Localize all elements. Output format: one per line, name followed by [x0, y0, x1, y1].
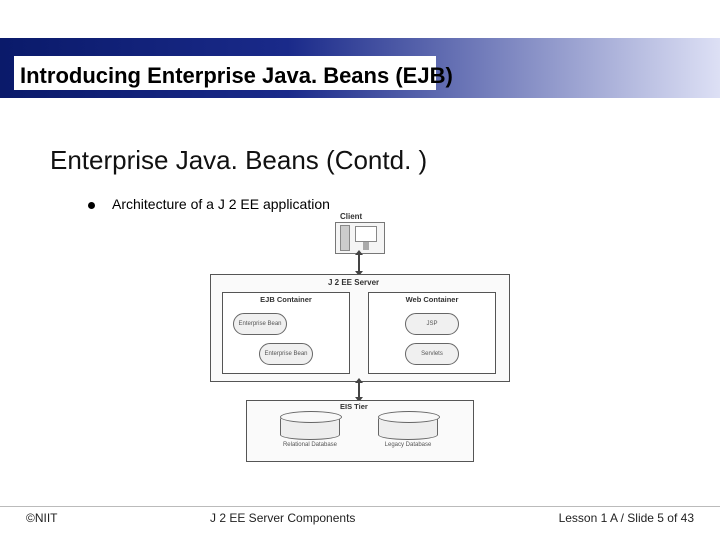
relational-database: Relational Database [280, 414, 340, 454]
relational-db-label: Relational Database [280, 442, 340, 449]
footer-title: J 2 EE Server Components [210, 511, 355, 525]
footer: ©NIIT J 2 EE Server Components Lesson 1 … [0, 506, 720, 526]
j2ee-server-label: J 2 EE Server [328, 278, 379, 287]
client-label: Client [340, 212, 362, 221]
arrow-icon [358, 254, 360, 272]
jsp-item: JSP [405, 313, 459, 335]
slide-subtitle: Enterprise Java. Beans (Contd. ) [50, 145, 427, 176]
bullet-icon [88, 202, 95, 209]
web-container: Web Container JSP Servlets [368, 292, 496, 374]
enterprise-bean-2: Enterprise Bean [259, 343, 313, 365]
architecture-diagram: Client J 2 EE Server EJB Container Enter… [180, 212, 540, 466]
footer-slide-number: Lesson 1 A / Slide 5 of 43 [559, 511, 694, 525]
ejb-container-label: EJB Container [223, 295, 349, 304]
enterprise-bean-1: Enterprise Bean [233, 313, 287, 335]
monitor-stand-icon [363, 242, 369, 250]
arrow-icon [358, 382, 360, 398]
slide-header-title: Introducing Enterprise Java. Beans (EJB) [20, 63, 453, 89]
bullet-text: Architecture of a J 2 EE application [112, 196, 330, 212]
footer-copyright: ©NIIT [26, 511, 58, 525]
eis-tier-label: EIS Tier [340, 402, 368, 411]
database-icon [378, 414, 438, 440]
servlets-item: Servlets [405, 343, 459, 365]
database-icon [280, 414, 340, 440]
legacy-db-label: Legacy Database [378, 442, 438, 449]
computer-tower-icon [340, 225, 350, 251]
legacy-database: Legacy Database [378, 414, 438, 454]
web-container-label: Web Container [369, 295, 495, 304]
ejb-container: EJB Container Enterprise Bean Enterprise… [222, 292, 350, 374]
monitor-icon [355, 226, 377, 242]
